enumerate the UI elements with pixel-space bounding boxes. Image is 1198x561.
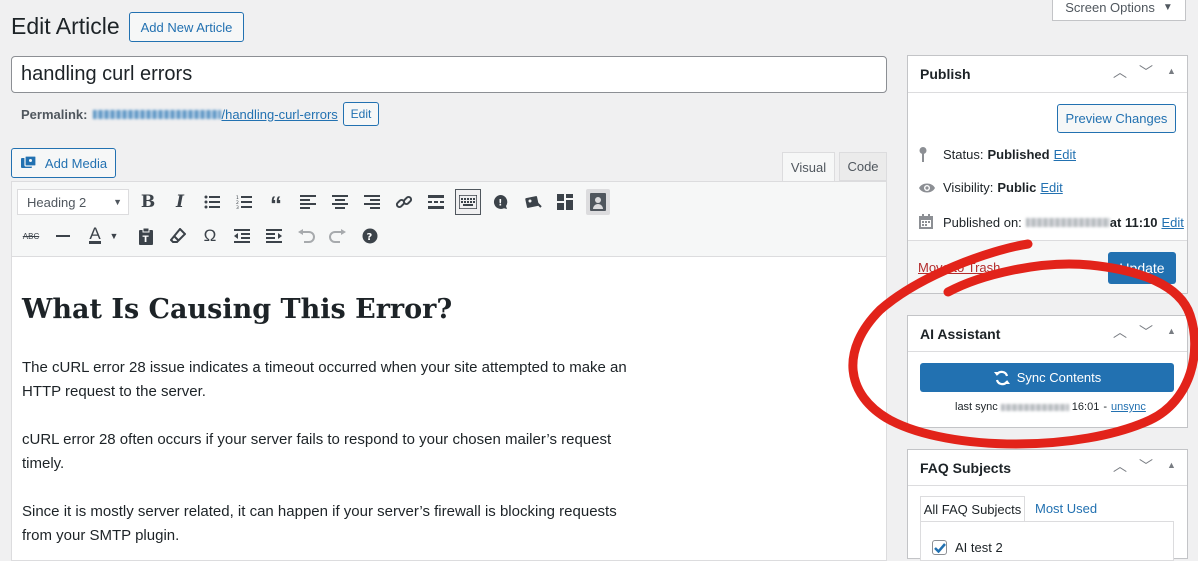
add-media-icon — [20, 155, 37, 168]
caret-down-icon[interactable]: ▼ — [108, 225, 120, 247]
editor-content[interactable]: What Is Causing This Error? The cURL err… — [22, 290, 642, 548]
svg-text:!: ! — [498, 199, 502, 209]
post-title-value: handling curl errors — [21, 63, 193, 85]
svg-text:T: T — [143, 235, 150, 245]
special-character-icon[interactable]: Ω — [199, 225, 221, 247]
caret-down-icon: ▼ — [1162, 1, 1173, 13]
visibility-row: Visibility: Public Edit — [918, 180, 1063, 195]
permalink-slug: /handling-curl-errors — [221, 106, 338, 122]
content-paragraph: The cURL error 28 issue indicates a time… — [22, 359, 627, 400]
tab-code-label: Code — [847, 159, 879, 174]
screen-options-button[interactable]: Screen Options ▼ — [1052, 0, 1186, 21]
clear-formatting-icon[interactable] — [167, 225, 189, 247]
annotation-circle — [848, 239, 1198, 449]
published-on-label: Published on: — [943, 214, 1022, 230]
format-select-value: Heading 2 — [27, 194, 87, 210]
eye-icon — [919, 183, 935, 192]
help-bubble-icon[interactable]: ! — [490, 191, 512, 213]
status-value: Published — [987, 146, 1050, 162]
horizontal-line-icon[interactable] — [52, 225, 74, 247]
link-icon[interactable] — [393, 191, 415, 213]
strikethrough-icon[interactable]: ABC — [20, 225, 42, 247]
move-down-icon[interactable]: ﹀ — [1139, 62, 1153, 82]
publish-date-redacted — [1025, 217, 1110, 227]
blockquote-icon[interactable]: “ — [265, 191, 287, 218]
divider — [908, 485, 1187, 486]
permalink-row: Permalink: /handling-curl-errors — [21, 104, 338, 124]
page-title: Edit Article — [11, 13, 120, 39]
tab-most-used[interactable]: Most Used — [1035, 501, 1097, 516]
outdent-icon[interactable] — [231, 225, 253, 247]
svg-text:3: 3 — [236, 205, 239, 209]
tab-code[interactable]: Code — [839, 152, 887, 181]
add-new-article-button[interactable]: Add New Article — [129, 12, 244, 42]
screen-options-label: Screen Options — [1065, 0, 1155, 15]
add-media-label: Add Media — [44, 155, 108, 171]
numbered-list-icon[interactable]: 123 — [233, 191, 255, 213]
status-row: Status: Published Edit — [918, 146, 1076, 162]
bullet-list-icon[interactable] — [201, 191, 223, 213]
svg-text:?: ? — [367, 232, 373, 243]
calendar-icon — [919, 214, 933, 229]
permalink-edit-button[interactable]: Edit — [343, 102, 379, 126]
visibility-edit-link[interactable]: Edit — [1040, 180, 1062, 195]
paste-text-icon[interactable]: T — [135, 225, 157, 247]
grid-blocks-icon[interactable] — [554, 191, 576, 213]
preview-changes-button[interactable]: Preview Changes — [1057, 104, 1176, 133]
align-center-icon[interactable] — [329, 191, 351, 213]
status-edit-link[interactable]: Edit — [1054, 147, 1076, 162]
published-time: at 11:10 — [1109, 214, 1158, 230]
bold-icon[interactable]: B — [137, 191, 159, 213]
pin-icon — [919, 147, 927, 162]
checkmark-icon — [933, 542, 946, 553]
image-tool-icon[interactable] — [522, 191, 544, 213]
add-media-button[interactable]: Add Media — [11, 148, 116, 178]
published-on-row: Published on: at 11:10 Edit — [918, 214, 1184, 230]
divider — [908, 92, 1187, 93]
indent-icon[interactable] — [263, 225, 285, 247]
text-color-icon[interactable]: A — [84, 224, 106, 246]
move-up-icon[interactable]: ︿ — [1113, 62, 1127, 82]
content-paragraph: Since it is mostly server related, it ca… — [22, 503, 617, 544]
format-select[interactable]: Heading 2 ▼ — [17, 189, 129, 215]
italic-icon[interactable]: I — [169, 191, 191, 213]
faq-subjects-title: FAQ Subjects — [920, 460, 1012, 476]
tab-all-faq-subjects[interactable]: All FAQ Subjects — [920, 496, 1025, 522]
permalink-domain-redacted — [93, 109, 222, 119]
undo-icon[interactable] — [295, 225, 317, 247]
permalink-link[interactable]: /handling-curl-errors — [93, 106, 338, 122]
tab-visual[interactable]: Visual — [782, 152, 835, 182]
align-left-icon[interactable] — [297, 191, 319, 213]
redo-icon[interactable] — [327, 225, 349, 247]
publish-title: Publish — [920, 66, 971, 82]
visibility-label: Visibility: — [943, 180, 994, 195]
status-label: Status: — [943, 146, 984, 162]
tab-all-faq-subjects-label: All FAQ Subjects — [923, 502, 1022, 517]
collapse-icon[interactable]: ▲ — [1167, 460, 1176, 470]
toolbar-toggle-icon[interactable] — [455, 189, 481, 215]
tab-visual-label: Visual — [790, 160, 827, 175]
content-paragraph: cURL error 28 often occurs if your serve… — [22, 431, 612, 472]
collapse-icon[interactable]: ▲ — [1167, 66, 1176, 76]
content-heading: What Is Causing This Error? — [22, 294, 453, 325]
permalink-label: Permalink: — [21, 106, 88, 122]
published-edit-link[interactable]: Edit — [1161, 215, 1183, 230]
post-title-input[interactable]: handling curl errors — [11, 56, 887, 93]
align-right-icon[interactable] — [361, 191, 383, 213]
visibility-value: Public — [997, 180, 1037, 195]
author-box-icon[interactable] — [586, 189, 610, 215]
read-more-icon[interactable] — [425, 191, 447, 213]
caret-down-icon: ▼ — [113, 197, 122, 207]
keyboard-shortcuts-icon[interactable]: ? — [359, 225, 381, 247]
